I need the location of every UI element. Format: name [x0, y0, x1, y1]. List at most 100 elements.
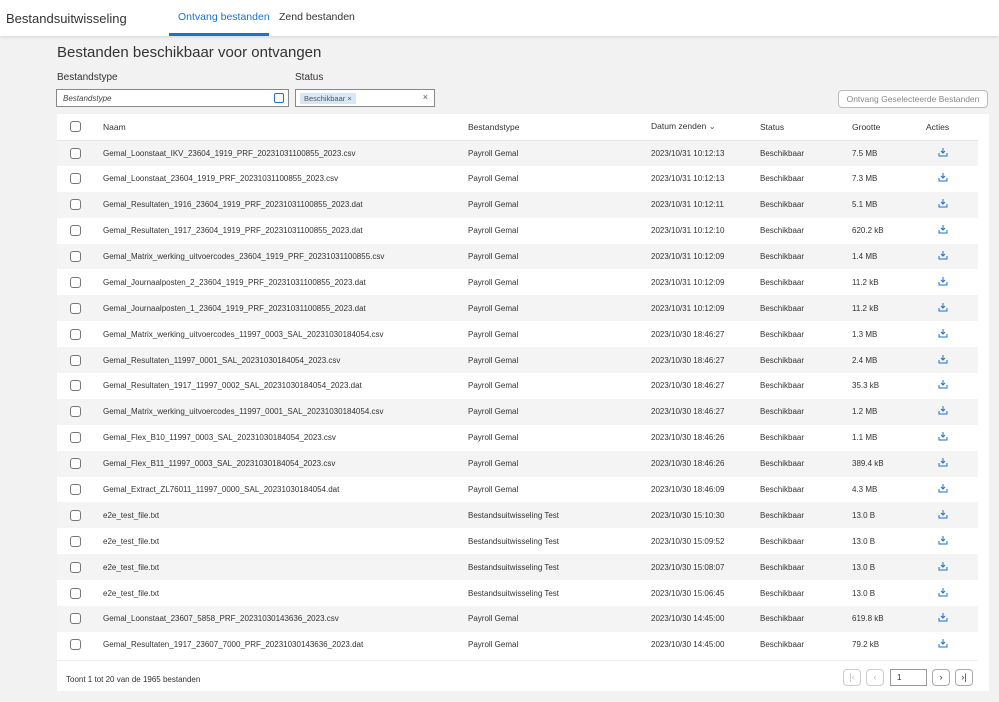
file-type: Bestandsuitwisseling Test	[468, 502, 651, 529]
prev-page-button[interactable]: ‹	[866, 669, 884, 686]
file-status: Beschikbaar	[760, 295, 852, 322]
download-icon[interactable]	[938, 587, 948, 600]
status-label: Status	[295, 72, 324, 83]
file-size: 7.3 MB	[852, 174, 878, 184]
row-checkbox[interactable]	[70, 535, 81, 547]
send-date: 2023/10/31 10:12:09	[651, 243, 760, 270]
file-name: e2e_test_file.txt	[103, 502, 468, 529]
next-page-button[interactable]: ›	[932, 669, 950, 686]
download-icon[interactable]	[938, 613, 948, 625]
download-icon[interactable]	[938, 509, 948, 522]
row-checkbox[interactable]	[70, 147, 81, 159]
download-icon[interactable]	[938, 199, 948, 211]
file-type: Payroll Gemal	[468, 329, 519, 339]
tab-zend-bestanden[interactable]: Zend bestanden	[279, 11, 355, 23]
row-checkbox[interactable]	[70, 561, 81, 573]
download-icon[interactable]	[938, 380, 948, 392]
table-row: e2e_test_file.txt Bestandsuitwisseling Te…	[57, 528, 978, 554]
download-icon[interactable]	[938, 276, 948, 289]
col-status[interactable]: Status	[760, 114, 852, 141]
file-type: Payroll Gemal	[468, 277, 519, 287]
table-row: Gemal_Loonstaat_IKV_23604_1919_PRF_20231…	[57, 140, 978, 166]
table-row: Gemal_Loonstaat_23604_1919_PRF_202310311…	[57, 166, 978, 192]
page-number-input[interactable]: 1	[890, 669, 927, 686]
first-page-button[interactable]: |‹	[843, 669, 861, 686]
row-checkbox[interactable]	[70, 173, 81, 185]
col-acties: Acties	[926, 114, 978, 141]
row-checkbox[interactable]	[70, 613, 81, 625]
download-icon[interactable]	[938, 406, 948, 418]
row-checkbox[interactable]	[70, 199, 81, 211]
row-checkbox[interactable]	[70, 639, 81, 651]
active-tab-indicator	[169, 33, 269, 36]
download-icon[interactable]	[938, 251, 948, 263]
download-icon[interactable]	[938, 225, 948, 237]
search-icon[interactable]	[274, 93, 284, 103]
status-chip-label: Beschikbaar	[304, 94, 346, 103]
download-icon[interactable]	[938, 432, 948, 444]
bestandstype-label: Bestandstype	[57, 72, 118, 83]
file-status: Beschikbaar	[760, 191, 852, 218]
file-status: Beschikbaar	[760, 640, 805, 650]
row-checkbox[interactable]	[70, 251, 81, 262]
row-checkbox[interactable]	[70, 406, 81, 418]
download-icon[interactable]	[938, 484, 948, 496]
send-date: 2023/10/30 15:10:30	[651, 502, 760, 529]
send-date: 2023/10/30 18:46:26	[651, 450, 760, 477]
file-size: 619.8 kB	[852, 606, 926, 632]
table-row: Gemal_Flex_B11_11997_0003_SAL_2023103018…	[57, 450, 978, 477]
table-row: Gemal_Resultaten_1916_23604_1919_PRF_202…	[57, 191, 978, 218]
row-checkbox[interactable]	[70, 458, 81, 470]
last-page-button[interactable]: ›|	[955, 669, 973, 686]
row-checkbox[interactable]	[70, 380, 81, 392]
col-bestandstype[interactable]: Bestandstype	[468, 114, 651, 141]
status-chip: Beschikbaar ×	[300, 93, 356, 104]
download-icon[interactable]	[938, 173, 948, 185]
download-icon[interactable]	[938, 458, 948, 470]
file-status: Beschikbaar	[760, 398, 852, 425]
row-checkbox[interactable]	[70, 302, 81, 314]
row-checkbox[interactable]	[70, 328, 81, 340]
send-date: 2023/10/31 10:12:13	[651, 174, 725, 184]
col-datum-zenden[interactable]: Datum zenden ⌄	[651, 114, 760, 141]
file-size: 4.3 MB	[852, 485, 878, 495]
select-all-checkbox[interactable]	[70, 121, 81, 133]
download-icon[interactable]	[938, 535, 948, 548]
top-bar: Bestandsuitwisseling Ontvang bestanden Z…	[0, 0, 999, 36]
file-type: Payroll Gemal	[468, 398, 651, 425]
col-naam[interactable]: Naam	[103, 114, 468, 141]
file-name: Gemal_Loonstaat_23607_5858_PRF_202310301…	[103, 606, 468, 632]
file-type: Payroll Gemal	[468, 606, 651, 632]
download-icon[interactable]	[938, 147, 948, 160]
clear-icon[interactable]: ×	[423, 92, 428, 102]
download-icon[interactable]	[938, 302, 948, 315]
download-icon[interactable]	[938, 354, 948, 367]
row-checkbox[interactable]	[70, 432, 81, 444]
file-type: Payroll Gemal	[468, 295, 651, 322]
download-icon[interactable]	[938, 561, 948, 574]
send-date: 2023/10/30 18:46:26	[651, 433, 725, 443]
file-name: Gemal_Flex_B10_11997_0003_SAL_2023103018…	[103, 433, 336, 443]
col-grootte[interactable]: Grootte	[852, 114, 926, 141]
tab-ontvang-bestanden[interactable]: Ontvang bestanden	[178, 11, 270, 23]
status-select[interactable]: Beschikbaar × ×	[295, 89, 435, 107]
bestandstype-input[interactable]: Bestandstype	[56, 89, 289, 107]
app-title: Bestandsuitwisseling	[6, 11, 127, 26]
row-checkbox[interactable]	[70, 587, 81, 599]
file-status: Beschikbaar	[760, 554, 852, 581]
row-checkbox[interactable]	[70, 276, 81, 288]
col-datum-label: Datum zenden	[651, 121, 707, 132]
download-icon[interactable]	[938, 639, 948, 651]
receive-selected-button[interactable]: Ontvang Geselecteerde Bestanden	[838, 90, 988, 108]
file-status: Beschikbaar	[760, 277, 805, 287]
chip-remove-icon[interactable]: ×	[347, 94, 351, 103]
file-type: Payroll Gemal	[468, 450, 651, 477]
download-icon[interactable]	[938, 328, 948, 341]
file-name: Gemal_Journaalposten_2_23604_1919_PRF_20…	[103, 277, 366, 287]
row-checkbox[interactable]	[70, 354, 81, 366]
send-date: 2023/10/31 10:12:09	[651, 277, 725, 287]
row-checkbox[interactable]	[70, 509, 81, 521]
bestandstype-placeholder: Bestandstype	[63, 94, 112, 103]
row-checkbox[interactable]	[70, 484, 81, 496]
row-checkbox[interactable]	[70, 225, 81, 237]
